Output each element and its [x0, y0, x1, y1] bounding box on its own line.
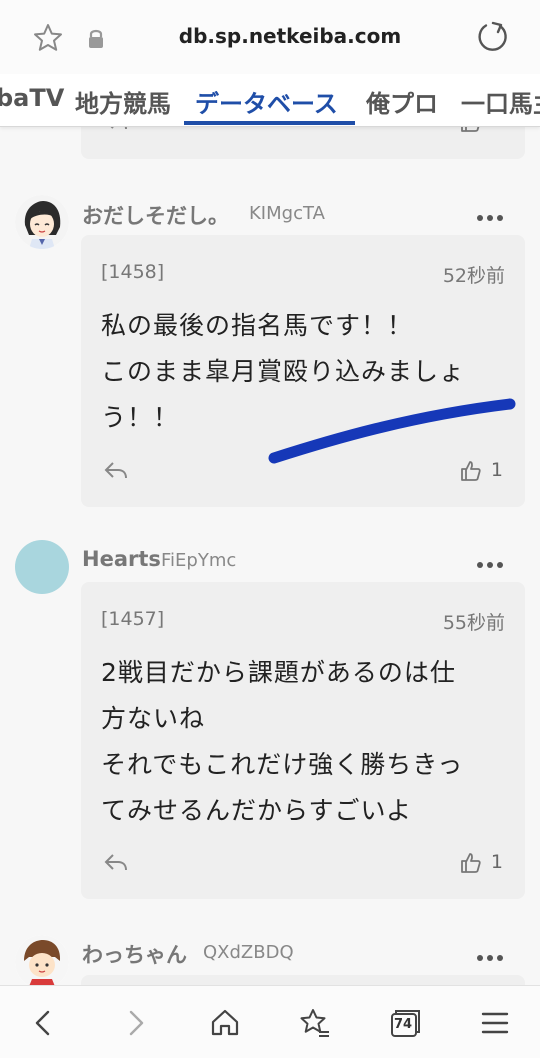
tab-database[interactable]: データベース [195, 84, 338, 119]
forward-icon[interactable] [118, 1006, 152, 1040]
comment-line: てみせるんだからすごいよ [101, 796, 413, 825]
post-number: [1458] [101, 261, 165, 283]
bookmark-star-icon[interactable] [32, 22, 64, 54]
menu-icon[interactable] [478, 1006, 512, 1040]
comment-line: 2戦目だから課題があるのは仕 [101, 658, 456, 687]
comment-line: このまま皐月賞殴り込みましょ [101, 357, 466, 386]
post-number: [1457] [101, 608, 165, 630]
active-tab-indicator [184, 121, 355, 125]
user-id: FiEpYmc [161, 550, 237, 571]
url-text[interactable]: db.sp.netkeiba.com [160, 24, 420, 48]
post-time: 55秒前 [442, 612, 505, 634]
avatar[interactable] [15, 540, 69, 594]
tab-count: 74 [393, 1017, 413, 1032]
comment-line: 方ないね [101, 704, 206, 733]
comment-feed: 1 おだしそだし。 KIMgcTA [1458] 52秒前 私の最後の指名馬です… [0, 0, 540, 1057]
tabs-button[interactable]: 74 [388, 1006, 422, 1040]
username[interactable]: Hearts [82, 547, 161, 571]
boy-avatar-icon [15, 935, 69, 989]
reload-icon[interactable] [474, 19, 510, 55]
more-options-icon[interactable] [477, 553, 509, 568]
like-count: 1 [490, 851, 503, 873]
post-time: 52秒前 [442, 265, 505, 287]
comment-card: [1457] 55秒前 2戦目だから課題があるのは仕 方ないね それでもこれだけ… [81, 582, 525, 899]
bookmarks-icon[interactable] [298, 1006, 332, 1040]
thumbs-up-icon[interactable] [459, 851, 483, 875]
tab-netkeiba-tv[interactable]: baTV [0, 84, 64, 112]
reply-icon[interactable] [103, 459, 129, 483]
username[interactable]: おだしそだし。 [82, 200, 229, 230]
browser-bottom-nav: 74 [0, 985, 540, 1058]
more-options-icon[interactable] [477, 946, 509, 961]
user-id: QXdZBDQ [203, 942, 294, 963]
tab-hitokuchi[interactable]: 一口馬主 [461, 84, 540, 119]
home-icon[interactable] [208, 1006, 242, 1040]
girl-avatar-icon [15, 195, 69, 249]
tab-chiho-keiba[interactable]: 地方競馬 [75, 84, 171, 119]
user-id: KIMgcTA [249, 203, 325, 224]
back-icon[interactable] [27, 1006, 61, 1040]
avatar[interactable] [15, 195, 69, 249]
avatar[interactable] [15, 935, 69, 989]
tab-ore-pro[interactable]: 俺プロ [366, 84, 438, 119]
blue-marker-stroke [268, 398, 516, 464]
comment-line: 私の最後の指名馬です！！ [101, 311, 414, 340]
username[interactable]: わっちゃん [82, 939, 187, 969]
lock-icon[interactable] [86, 27, 106, 49]
reply-icon[interactable] [103, 851, 129, 875]
site-tab-nav: baTV 地方競馬 データベース 俺プロ 一口馬主 [0, 74, 540, 127]
more-options-icon[interactable] [477, 206, 509, 221]
comment-line: それでもこれだけ強く勝ちきっ [101, 750, 464, 779]
browser-address-bar: db.sp.netkeiba.com [0, 0, 540, 74]
comment-body: 2戦目だから課題があるのは仕 方ないね それでもこれだけ強く勝ちきっ てみせるん… [101, 650, 511, 834]
